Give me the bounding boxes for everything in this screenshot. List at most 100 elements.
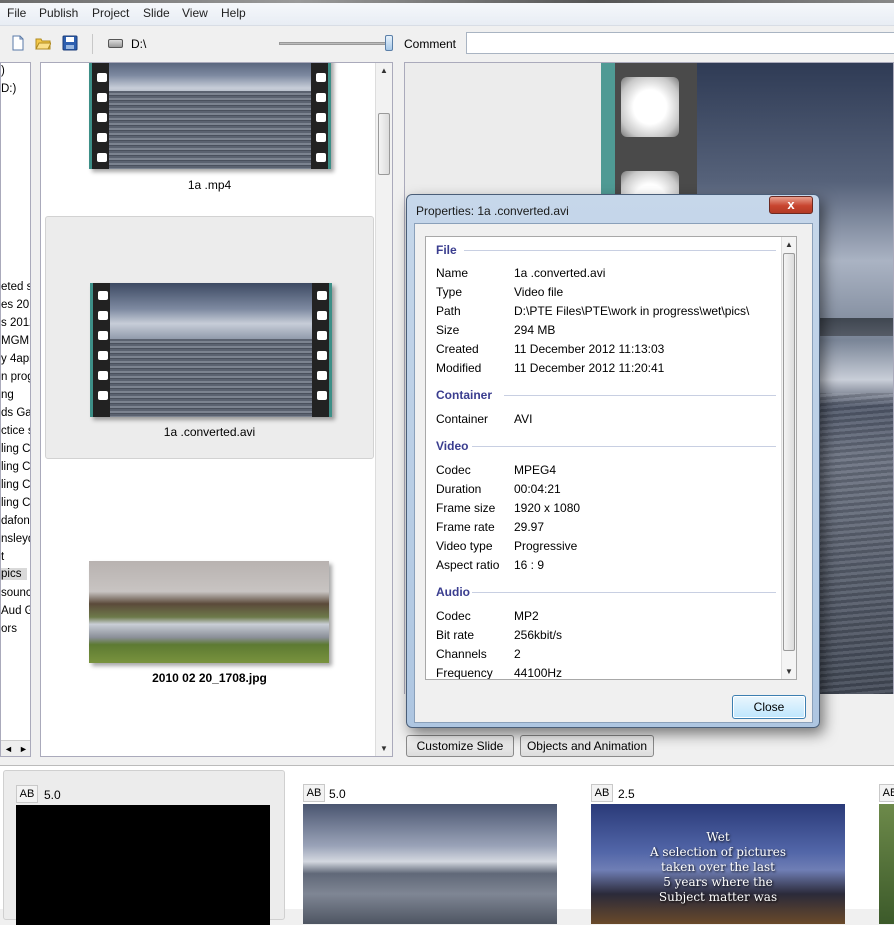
section-heading-audio: Audio [436, 585, 470, 599]
prop-value: 2 [514, 647, 521, 661]
prop-key: Aspect ratio [436, 558, 500, 572]
slide-item-selected[interactable]: AB 5.0 [3, 770, 285, 925]
slide-thumbnail [879, 804, 894, 924]
tree-item[interactable]: ors [1, 623, 17, 635]
drive-icon[interactable] [108, 39, 123, 48]
ab-badge[interactable]: AB [16, 785, 38, 803]
scroll-down-icon[interactable]: ▼ [380, 744, 388, 753]
ab-badge[interactable]: AB [303, 784, 325, 802]
video-thumbnail [90, 283, 332, 417]
slide-thumbnail: Wet A selection of pictures taken over t… [591, 804, 845, 924]
slide-duration: 2.5 [618, 787, 635, 801]
tree-horizontal-scrollbar[interactable]: ◄ ► [1, 740, 30, 756]
tree-item[interactable]: ) [1, 65, 5, 77]
slide-item[interactable]: AB [868, 770, 894, 924]
scroll-right-icon[interactable]: ► [19, 744, 28, 754]
scrollbar-thumb[interactable] [378, 113, 390, 175]
prop-value: 11 December 2012 11:13:03 [514, 342, 665, 356]
menu-publish[interactable]: Publish [39, 6, 78, 20]
tree-item[interactable]: ling C [1, 443, 30, 455]
tree-item[interactable]: ds Gar [1, 407, 30, 419]
menu-help[interactable]: Help [221, 6, 246, 20]
tree-item[interactable]: ng [1, 389, 14, 401]
tree-item[interactable]: s 2012 [1, 317, 30, 329]
prop-value: 00:04:21 [514, 482, 561, 496]
tree-item[interactable]: Aud Gr [1, 605, 30, 617]
scroll-down-icon[interactable]: ▼ [785, 667, 793, 676]
scrollbar-thumb[interactable] [783, 253, 795, 651]
film-strip-icon [89, 63, 109, 169]
menu-view[interactable]: View [182, 6, 208, 20]
prop-value: 256kbit/s [514, 628, 563, 642]
tree-item[interactable]: sounc [1, 587, 30, 599]
tree-item[interactable]: n prog [1, 371, 30, 383]
slide-caption-line: 5 years where the [663, 875, 773, 889]
new-file-icon[interactable] [10, 35, 26, 51]
tree-item[interactable]: ling C [1, 497, 30, 509]
open-folder-icon[interactable] [35, 35, 51, 51]
file-item-selected[interactable]: 1a .converted.avi [45, 216, 374, 459]
film-strip-icon [312, 283, 332, 417]
toolbar: D:\ Comment [0, 26, 894, 60]
tree-item[interactable]: es 2011 [1, 299, 30, 311]
dialog-title: Properties: 1a .converted.avi [416, 204, 569, 218]
scroll-up-icon[interactable]: ▲ [785, 240, 793, 249]
file-item[interactable]: 2010 02 20_1708.jpg [45, 553, 374, 693]
tree-item[interactable]: MGM [1, 335, 29, 347]
toolbar-separator [92, 34, 93, 54]
prop-key: Type [436, 285, 463, 299]
prop-value: MPEG4 [514, 463, 557, 477]
thumbnail-size-slider-thumb[interactable] [385, 35, 393, 51]
properties-list[interactable]: File Name 1a .converted.avi Type Video f… [425, 236, 797, 680]
folder-tree[interactable]: ) D:) eted s es 2011 s 2012 MGM y 4april… [0, 62, 31, 757]
tree-item[interactable]: eted s [1, 281, 30, 293]
tree-item[interactable]: ling C [1, 479, 30, 491]
slide-duration: 5.0 [44, 788, 61, 802]
menu-project[interactable]: Project [92, 6, 129, 20]
comment-input[interactable] [466, 32, 894, 54]
section-heading-container: Container [436, 388, 493, 402]
tree-item[interactable]: nsleyd [1, 533, 30, 545]
tree-item[interactable]: D:) [1, 83, 16, 95]
thumbnail-size-slider-track[interactable] [279, 42, 389, 45]
prop-key: Path [436, 304, 461, 318]
ab-badge[interactable]: AB [591, 784, 613, 802]
prop-key: Frame size [436, 501, 496, 515]
tree-item[interactable]: t [1, 551, 4, 563]
customize-slide-button[interactable]: Customize Slide [406, 735, 514, 757]
section-heading-file: File [436, 243, 457, 257]
properties-scrollbar[interactable]: ▲ ▼ [781, 237, 796, 679]
tree-item-selected[interactable]: pics [1, 568, 27, 580]
menu-file[interactable]: File [7, 6, 26, 20]
file-browser-scrollbar[interactable]: ▲ ▼ [375, 63, 392, 756]
tree-item[interactable]: y 4april [1, 353, 30, 365]
slide-list[interactable]: AB 5.0 AB 5.0 AB 2.5 Wet A selection of … [0, 765, 894, 925]
prop-key: Codec [436, 609, 471, 623]
file-browser: 1a .mp4 1a .converted.avi 2010 02 20_170… [40, 62, 393, 757]
ab-badge[interactable]: AB [879, 784, 894, 802]
close-button[interactable]: Close [732, 695, 806, 719]
slide-item[interactable]: AB 2.5 Wet A selection of pictures taken… [580, 770, 862, 924]
slide-thumbnail [303, 804, 557, 924]
scroll-left-icon[interactable]: ◄ [4, 744, 13, 754]
prop-key: Created [436, 342, 479, 356]
file-item[interactable]: 1a .mp4 [45, 63, 374, 193]
tree-item[interactable]: ctice s [1, 425, 30, 437]
save-icon[interactable] [62, 35, 78, 51]
prop-value: 11 December 2012 11:20:41 [514, 361, 665, 375]
window-top-strip [0, 0, 894, 3]
menu-slide[interactable]: Slide [143, 6, 170, 20]
scroll-up-icon[interactable]: ▲ [380, 66, 388, 75]
tree-item[interactable]: dafone [1, 515, 30, 527]
prop-key: Container [436, 412, 489, 426]
tree-item[interactable]: ling C [1, 461, 30, 473]
close-icon[interactable]: x [769, 196, 813, 214]
prop-value: 1920 x 1080 [514, 501, 581, 515]
section-heading-video: Video [436, 439, 469, 453]
drive-label[interactable]: D:\ [131, 37, 146, 51]
prop-key: Modified [436, 361, 482, 375]
slide-item[interactable]: AB 5.0 [292, 770, 574, 924]
objects-animation-button[interactable]: Objects and Animation [520, 735, 654, 757]
slide-caption-line: Wet [706, 830, 730, 844]
film-strip-icon [90, 283, 110, 417]
